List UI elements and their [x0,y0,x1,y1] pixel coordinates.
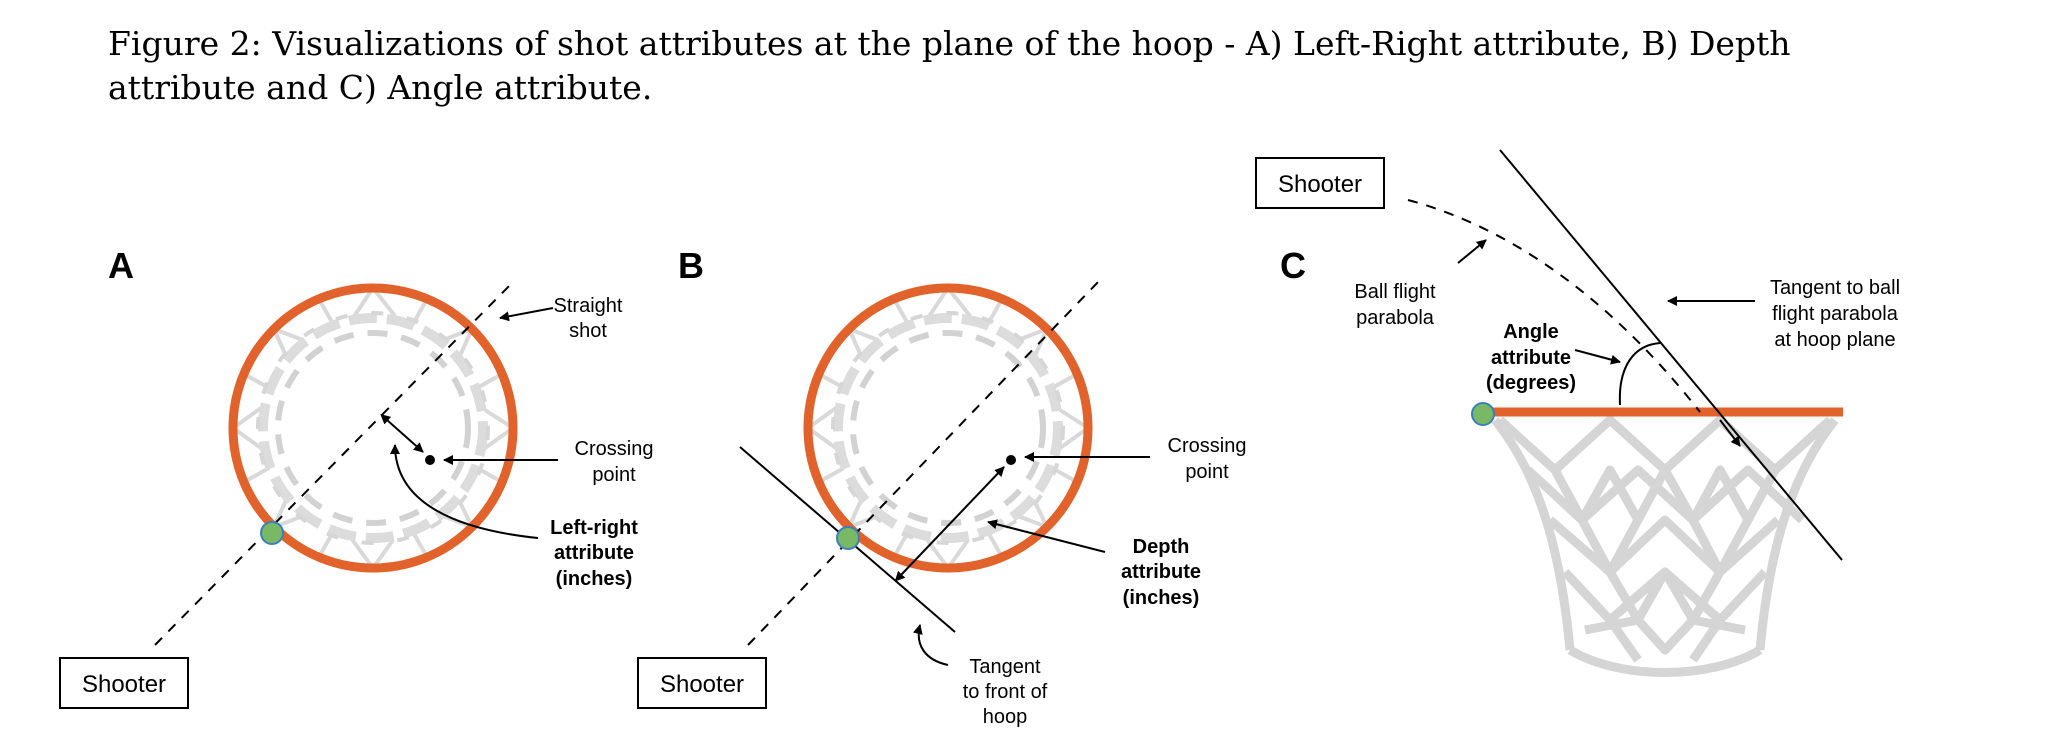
panel-c-shooter-label: Shooter [1278,171,1362,198]
panel-c-tangent-label-1: Tangent to ball [1770,277,1900,299]
panel-c-tangent-label-3: at hoop plane [1774,329,1895,351]
panel-c-tangent-label-2: flight parabola [1772,303,1899,325]
panel-c-parabola-label-2: parabola [1356,307,1435,329]
panel-b-letter: B [678,245,704,286]
panel-a-attribute-label-3: (inches) [556,568,633,590]
panel-c: C Shooter Ball flight parabola Angle att… [1255,149,1900,677]
panel-a-straight-shot-label-2: shot [569,320,607,342]
panel-b: B Crossing point Depth attribute (inches… [637,245,1247,728]
panel-a-straight-shot-label-1: Straight [554,295,623,317]
panel-b-tangent-label-3: hoop [983,706,1028,728]
panel-c-angle-arrow [1574,349,1621,365]
panel-b-tangent-arrow [912,624,949,666]
panel-c-parabola-label-1: Ball flight [1354,281,1436,303]
panel-a-offset-arrow [380,414,424,453]
panel-a-attribute-label-1: Left-right [550,517,638,539]
panel-b-shooter-label: Shooter [660,671,744,698]
panel-b-crossing-label-1: Crossing [1168,435,1247,457]
panel-a-crossing-label-1: Crossing [575,438,654,460]
panel-b-attribute-label-2: attribute [1121,561,1201,583]
panel-b-ball-icon [836,526,860,550]
panel-b-crossing-label-2: point [1185,461,1229,483]
panel-b-attribute-label-3: (inches) [1123,587,1200,609]
panel-a-straight-shot-arrow [499,307,554,322]
panel-c-attribute-label-3: (degrees) [1486,372,1576,394]
panel-c-angle-arc [1618,342,1661,406]
panel-c-attribute-label-2: attribute [1491,347,1571,369]
panel-a-crossing-point [425,455,435,465]
panel-a-shooter-label: Shooter [82,671,166,698]
panel-c-parabola-arrow [1457,239,1487,264]
panel-c-ball-icon [1471,402,1495,426]
panel-a-attribute-label-2: attribute [554,542,634,564]
figure-diagram: A Straight shot Crossing point Left-righ… [59,149,1900,728]
panel-b-tangent-label-1: Tangent [969,656,1041,678]
panel-b-crossing-point [1006,455,1016,465]
panel-a-letter: A [108,245,134,286]
panel-a-crossing-label-2: point [592,464,636,486]
panel-b-tangent-label-2: to front of [963,681,1048,703]
panel-c-attribute-label-1: Angle [1503,321,1559,343]
panel-a: A Straight shot Crossing point Left-righ… [59,245,654,709]
panel-c-letter: C [1280,245,1306,286]
panel-c-net [1491,415,1839,677]
panel-b-attribute-label-1: Depth [1133,536,1190,558]
panel-a-ball-icon [260,521,284,545]
